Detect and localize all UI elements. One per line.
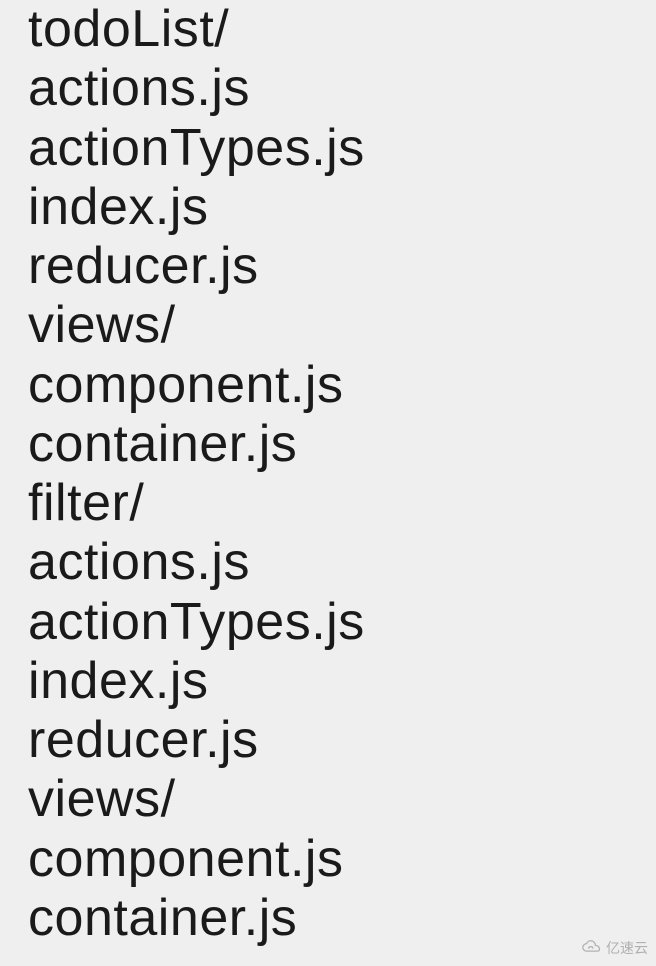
file-tree-line: reducer.js <box>28 237 628 296</box>
watermark: 亿速云 <box>582 938 648 958</box>
file-tree-line: actions.js <box>28 59 628 118</box>
file-tree-line: container.js <box>28 415 628 474</box>
file-tree-line: index.js <box>28 652 628 711</box>
file-tree-list: todoList/ actions.js actionTypes.js inde… <box>0 0 656 948</box>
file-tree-line: container.js <box>28 889 628 948</box>
file-tree-line: index.js <box>28 178 628 237</box>
file-tree-line: views/ <box>28 296 628 355</box>
cloud-icon <box>582 940 602 957</box>
file-tree-line: filter/ <box>28 474 628 533</box>
file-tree-line: actionTypes.js <box>28 593 628 652</box>
file-tree-line: reducer.js <box>28 711 628 770</box>
file-tree-line: actionTypes.js <box>28 119 628 178</box>
file-tree-line: views/ <box>28 770 628 829</box>
file-tree-line: component.js <box>28 830 628 889</box>
file-tree-line: component.js <box>28 356 628 415</box>
file-tree-line: todoList/ <box>28 0 628 59</box>
file-tree-line: actions.js <box>28 533 628 592</box>
watermark-text: 亿速云 <box>606 938 648 958</box>
